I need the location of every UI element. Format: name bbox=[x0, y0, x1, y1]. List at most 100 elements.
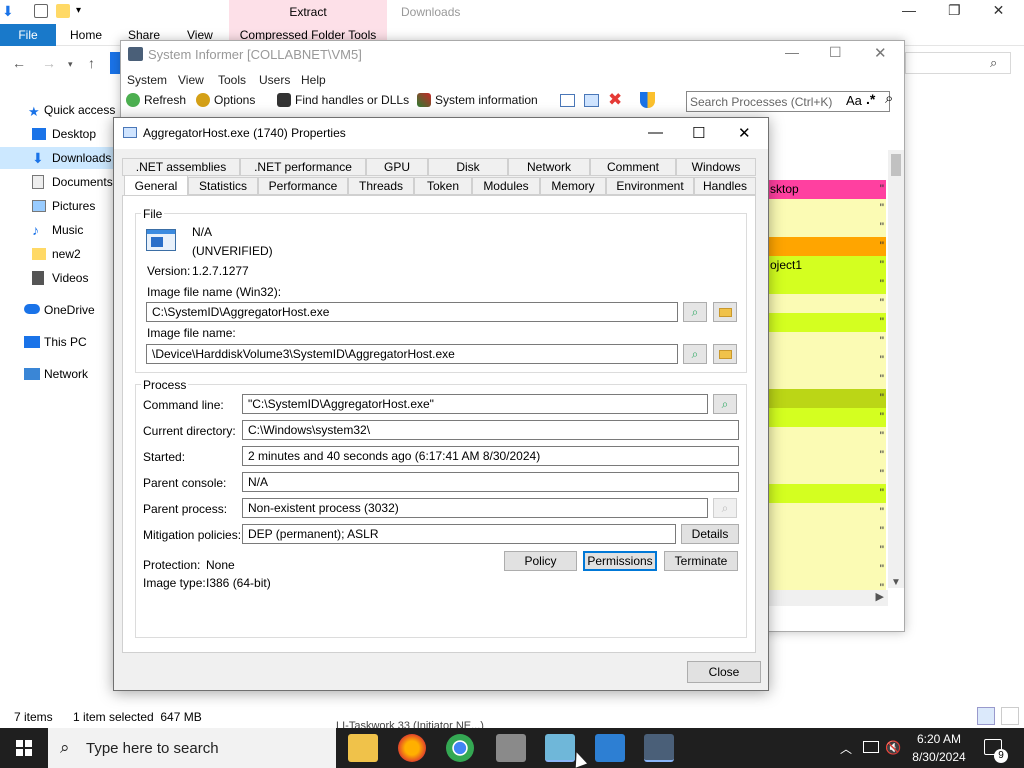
permissions-button[interactable]: Permissions bbox=[583, 551, 657, 571]
taskbar-clock[interactable]: 6:20 AM 8/30/2024 bbox=[906, 730, 972, 766]
taskbar-search-box[interactable]: ⌕ Type here to search bbox=[48, 728, 336, 768]
command-line-field[interactable]: "C:\SystemID\AggregatorHost.exe" bbox=[242, 394, 708, 414]
si-maximize-icon[interactable]: ☐ bbox=[829, 44, 842, 61]
process-row[interactable]: oject1 " bbox=[768, 256, 886, 275]
find-handles-button[interactable]: Find handles or DLLs bbox=[277, 93, 409, 107]
menu-tools[interactable]: Tools bbox=[218, 73, 246, 87]
parent-process-field[interactable]: Non-existent process (3032) bbox=[242, 498, 708, 518]
show-hidden-icons[interactable]: ︿ bbox=[840, 728, 852, 768]
process-row[interactable]: " bbox=[768, 237, 886, 256]
ribbon-tab-home[interactable]: Home bbox=[70, 28, 102, 42]
process-row[interactable]: " bbox=[768, 522, 886, 541]
tab-token[interactable]: Token bbox=[414, 177, 472, 195]
regex-toggle[interactable]: .* bbox=[866, 91, 875, 107]
nav-item-desktop[interactable]: Desktop bbox=[0, 123, 120, 145]
nav-item-documents[interactable]: Documents bbox=[0, 171, 120, 193]
tab-disk[interactable]: Disk bbox=[428, 158, 508, 176]
tab-comment[interactable]: Comment bbox=[590, 158, 676, 176]
process-row[interactable]: " bbox=[768, 294, 886, 313]
system-informer-taskbar-icon[interactable] bbox=[644, 734, 674, 762]
tab-statistics[interactable]: Statistics bbox=[188, 177, 258, 195]
close-icon[interactable]: ✕ bbox=[993, 2, 1005, 19]
dialog-minimize-icon[interactable]: — bbox=[648, 124, 663, 141]
search-icon[interactable]: ⌕ bbox=[885, 90, 893, 107]
terminate-x-icon[interactable]: ✖ bbox=[608, 90, 622, 110]
nav-item-pictures[interactable]: Pictures bbox=[0, 195, 120, 217]
address-bar-icon[interactable] bbox=[110, 52, 120, 74]
process-row[interactable]: " bbox=[768, 484, 886, 503]
process-row[interactable]: " bbox=[768, 218, 886, 237]
tab-memory[interactable]: Memory bbox=[540, 177, 606, 195]
process-row[interactable]: " bbox=[768, 275, 886, 294]
menu-users[interactable]: Users bbox=[259, 73, 290, 87]
recent-locations-icon[interactable]: ▾ bbox=[68, 59, 73, 70]
process-row[interactable]: " bbox=[768, 408, 886, 427]
open-folder-image-button[interactable] bbox=[713, 344, 737, 364]
properties-icon[interactable] bbox=[34, 4, 48, 18]
si-minimize-icon[interactable]: — bbox=[785, 44, 799, 60]
parent-console-field[interactable]: N/A bbox=[242, 472, 739, 492]
process-row[interactable]: " bbox=[768, 579, 886, 590]
process-row[interactable]: sktop " bbox=[768, 180, 886, 199]
menu-help[interactable]: Help bbox=[301, 73, 326, 87]
minimize-icon[interactable]: — bbox=[902, 2, 916, 19]
scroll-down-icon[interactable]: ▼ bbox=[891, 577, 901, 588]
process-row[interactable]: " bbox=[768, 199, 886, 218]
mitigation-policies-field[interactable]: DEP (permanent); ASLR bbox=[242, 524, 676, 544]
tab-threads[interactable]: Threads bbox=[348, 177, 414, 195]
menu-system[interactable]: System bbox=[127, 73, 167, 87]
notepad-icon[interactable] bbox=[545, 734, 575, 762]
details-button[interactable]: Details bbox=[681, 524, 739, 544]
tab-net-assemblies[interactable]: .NET assemblies bbox=[122, 158, 240, 176]
process-row[interactable]: " bbox=[768, 446, 886, 465]
archive-app-icon[interactable] bbox=[496, 734, 526, 762]
tab-gpu[interactable]: GPU bbox=[366, 158, 428, 176]
menu-view[interactable]: View bbox=[178, 73, 204, 87]
forward-arrow-icon[interactable]: → bbox=[42, 55, 56, 71]
close-button[interactable]: Close bbox=[687, 661, 761, 683]
tab-windows[interactable]: Windows bbox=[676, 158, 756, 176]
process-row[interactable]: " bbox=[768, 370, 886, 389]
ribbon-tab-file[interactable]: File bbox=[0, 24, 56, 46]
dialog-maximize-icon[interactable]: ☐ bbox=[692, 124, 705, 142]
chrome-icon[interactable] bbox=[446, 734, 474, 762]
process-row[interactable]: " bbox=[768, 427, 886, 446]
large-icons-view-icon[interactable] bbox=[1001, 707, 1019, 725]
customize-quick-access-icon[interactable]: ▾ bbox=[76, 5, 81, 16]
window-icon[interactable] bbox=[560, 94, 575, 107]
image-win32-field[interactable]: C:\SystemID\AggregatorHost.exe bbox=[146, 302, 678, 322]
nav-item-network[interactable]: Network bbox=[0, 363, 120, 385]
inspect-image-button[interactable]: ⌕ bbox=[683, 344, 707, 364]
nav-item-new2[interactable]: new2 bbox=[0, 243, 120, 265]
dialog-close-icon[interactable]: ✕ bbox=[738, 124, 751, 142]
current-directory-field[interactable]: C:\Windows\system32\ bbox=[242, 420, 739, 440]
tab-network[interactable]: Network bbox=[508, 158, 590, 176]
details-view-icon[interactable] bbox=[977, 707, 995, 725]
back-arrow-icon[interactable]: ← bbox=[12, 55, 26, 71]
contextual-tab-extract[interactable]: Extract bbox=[229, 0, 387, 24]
started-field[interactable]: 2 minutes and 40 seconds ago (6:17:41 AM… bbox=[242, 446, 739, 466]
process-row[interactable]: " bbox=[768, 332, 886, 351]
scroll-right-icon[interactable]: ▶ bbox=[876, 590, 884, 603]
paint-app-icon[interactable] bbox=[595, 734, 625, 762]
process-row[interactable]: " bbox=[768, 389, 886, 408]
refresh-button[interactable]: Refresh bbox=[126, 93, 186, 107]
inspect-parent-button[interactable]: ⌕ bbox=[713, 498, 737, 518]
file-explorer-icon[interactable] bbox=[348, 734, 378, 762]
start-button[interactable] bbox=[0, 728, 48, 768]
tab-general[interactable]: General bbox=[124, 175, 188, 196]
process-row[interactable]: " bbox=[768, 503, 886, 522]
nav-item-this-pc[interactable]: This PC bbox=[0, 331, 120, 353]
policy-button[interactable]: Policy bbox=[504, 551, 577, 571]
open-folder-win32-button[interactable] bbox=[713, 302, 737, 322]
process-row[interactable]: " bbox=[768, 351, 886, 370]
inspect-command-line-button[interactable]: ⌕ bbox=[713, 394, 737, 414]
find-window-icon[interactable] bbox=[584, 94, 599, 107]
volume-muted-icon[interactable]: 🔇 bbox=[885, 728, 901, 768]
restore-icon[interactable]: ❐ bbox=[948, 2, 961, 19]
match-case-toggle[interactable]: Aa bbox=[846, 93, 862, 108]
scrollbar-thumb[interactable] bbox=[891, 154, 901, 176]
horizontal-scrollbar[interactable]: ▶ bbox=[768, 590, 888, 606]
system-information-button[interactable]: System information bbox=[417, 93, 538, 107]
tab-net-performance[interactable]: .NET performance bbox=[240, 158, 366, 176]
